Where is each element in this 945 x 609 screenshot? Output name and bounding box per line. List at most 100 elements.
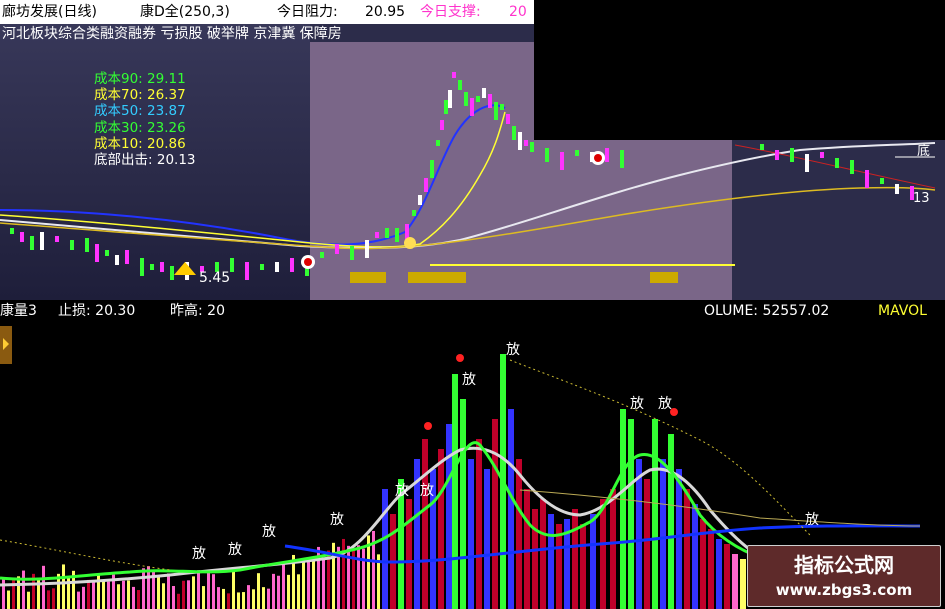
volume-bar xyxy=(452,374,458,609)
panel-expand-arrow-icon[interactable] xyxy=(0,326,12,364)
candlestick xyxy=(545,148,549,162)
cost-line-item: 成本90: 29.11 xyxy=(94,71,196,87)
candlestick xyxy=(335,244,339,254)
volume-bar xyxy=(217,587,220,609)
candlestick xyxy=(530,142,534,152)
cost-line-value: 26.37 xyxy=(142,87,186,104)
candlestick xyxy=(160,262,164,272)
volume-bar xyxy=(17,576,20,609)
price-chart-panel[interactable]: 廊坊发展(日线) 康D全(250,3) 今日阻力: 20.95 今日支撑: 20… xyxy=(0,0,945,300)
prev-high-label: 昨高: 20 xyxy=(170,303,225,319)
candlestick xyxy=(458,80,462,90)
volume-bar xyxy=(307,560,310,609)
indicator-name[interactable]: 康D全(250,3) xyxy=(140,0,230,24)
candlestick xyxy=(506,114,510,124)
volume-bar xyxy=(207,572,210,609)
volume-release-marker: 放 xyxy=(192,546,206,562)
volume-bar xyxy=(257,573,260,609)
volume-bar xyxy=(127,580,130,609)
candlestick xyxy=(790,148,794,162)
candlestick xyxy=(140,258,144,276)
volume-signal-dot xyxy=(424,422,432,430)
candlestick xyxy=(350,246,354,260)
volume-signal-dot xyxy=(670,408,678,416)
volume-bar xyxy=(660,459,666,609)
volume-bar xyxy=(212,574,215,609)
volume-bar xyxy=(122,580,125,609)
support-label: 今日支撑: xyxy=(420,4,481,20)
volume-bar xyxy=(287,574,290,609)
candlestick xyxy=(290,258,294,272)
candlestick xyxy=(775,150,779,160)
volume-bar xyxy=(548,514,554,609)
volume-bar xyxy=(484,469,490,609)
candlestick xyxy=(150,264,154,270)
volume-bar xyxy=(267,588,270,609)
volume-bar xyxy=(202,586,205,609)
chart-title-bar: 廊坊发展(日线) 康D全(250,3) 今日阻力: 20.95 今日支撑: 20 xyxy=(0,0,534,24)
cost-line-item: 成本30: 23.26 xyxy=(94,120,196,136)
volume-bar xyxy=(192,576,195,609)
cost-line-item: 成本70: 26.37 xyxy=(94,87,196,103)
candlestick xyxy=(30,236,34,250)
volume-bar xyxy=(42,565,45,609)
candlestick xyxy=(865,170,869,188)
candlestick xyxy=(575,150,579,156)
volume-bar xyxy=(508,409,514,609)
candlestick xyxy=(620,150,624,168)
volume-bar xyxy=(362,548,365,609)
candlestick xyxy=(418,195,422,205)
candlestick xyxy=(436,140,440,146)
volume-bar xyxy=(716,539,722,609)
volume-header: 康量3 止损: 20.30 昨高: 20 OLUME: 52557.02 MAV… xyxy=(0,300,945,322)
volume-bar xyxy=(22,570,25,609)
candlestick xyxy=(880,178,884,184)
volume-bar xyxy=(636,459,642,609)
volume-bar xyxy=(277,575,280,609)
right-count-label: 13 xyxy=(913,191,930,206)
low-price-label: 5.45 xyxy=(199,270,231,286)
watermark-title: 指标公式网 xyxy=(794,553,894,577)
volume-release-marker: 放 xyxy=(805,512,819,528)
cost-line-item: 成本10: 20.86 xyxy=(94,136,196,152)
stop-loss-label: 止损: 20.30 xyxy=(58,303,136,319)
volume-release-marker: 放 xyxy=(462,372,476,388)
cost-line-value: 23.87 xyxy=(142,103,186,120)
cost-distribution-list: 成本90: 29.11 成本70: 26.37 成本50: 23.87 成本30: 2… xyxy=(94,71,196,168)
volume-bar xyxy=(102,580,105,609)
volume-bar xyxy=(740,559,746,609)
volume-bar xyxy=(272,573,275,609)
candlestick xyxy=(452,72,456,78)
gold-long-line xyxy=(0,186,936,250)
cost-line-label: 底部出击: xyxy=(94,152,153,169)
candlestick xyxy=(518,132,522,150)
volume-bar xyxy=(222,588,225,609)
volume-bar xyxy=(82,586,85,609)
candlestick xyxy=(820,152,824,158)
volume-bar xyxy=(242,592,245,609)
volume-bar xyxy=(142,568,145,609)
volume-bar xyxy=(282,562,285,609)
volume-release-marker: 放 xyxy=(630,396,644,412)
candlestick xyxy=(424,178,428,192)
volume-release-marker: 放 xyxy=(262,524,276,540)
candlestick xyxy=(488,94,492,108)
volume-bar xyxy=(468,459,474,609)
volume-bar xyxy=(77,591,80,609)
candlestick xyxy=(805,154,809,172)
volume-release-marker: 放 xyxy=(228,542,242,558)
candlestick xyxy=(440,120,444,130)
cost-line-label: 成本50: xyxy=(94,103,143,120)
cost-line-label: 成本10: xyxy=(94,135,143,152)
stock-name[interactable]: 廊坊发展(日线) xyxy=(2,0,97,24)
volume-indicator-name[interactable]: 康量3 xyxy=(0,300,37,322)
resistance-value: 20.95 xyxy=(365,4,406,20)
volume-value: OLUME: 52557.02 xyxy=(704,303,830,319)
volume-bar xyxy=(157,577,160,609)
volume-release-marker: 放 xyxy=(420,483,434,499)
candlestick xyxy=(385,228,389,238)
volume-bar xyxy=(357,545,360,609)
candlestick xyxy=(20,232,24,242)
volume-bar xyxy=(182,580,185,609)
volume-bar xyxy=(620,409,626,609)
